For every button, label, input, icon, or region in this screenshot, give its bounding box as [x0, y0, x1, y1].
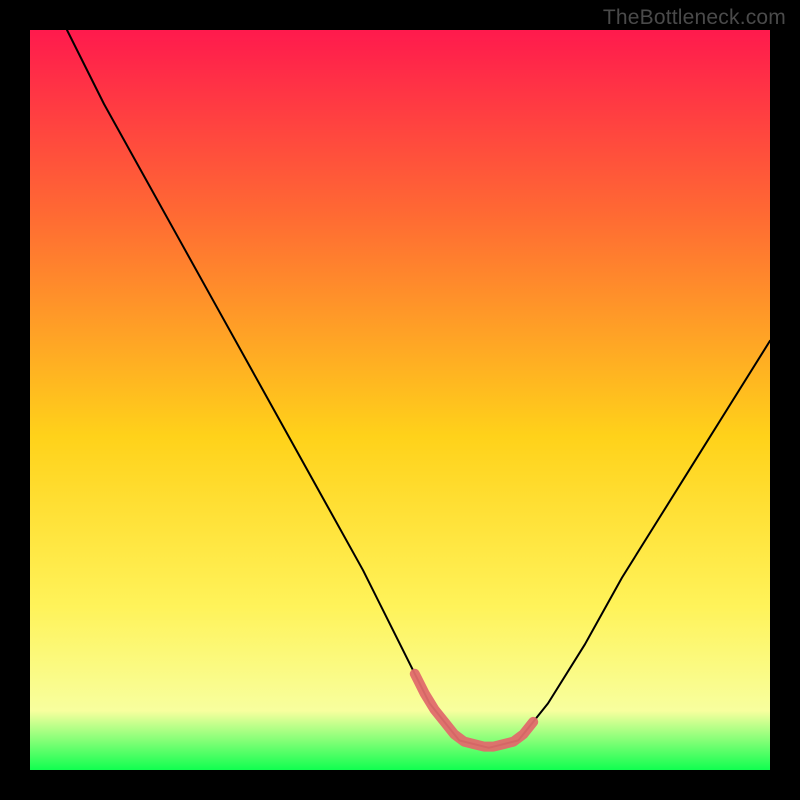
bottleneck-chart: [30, 30, 770, 770]
plot-area: [30, 30, 770, 770]
gradient-background: [30, 30, 770, 770]
watermark-text: TheBottleneck.com: [603, 6, 786, 30]
chart-frame: TheBottleneck.com: [0, 0, 800, 800]
